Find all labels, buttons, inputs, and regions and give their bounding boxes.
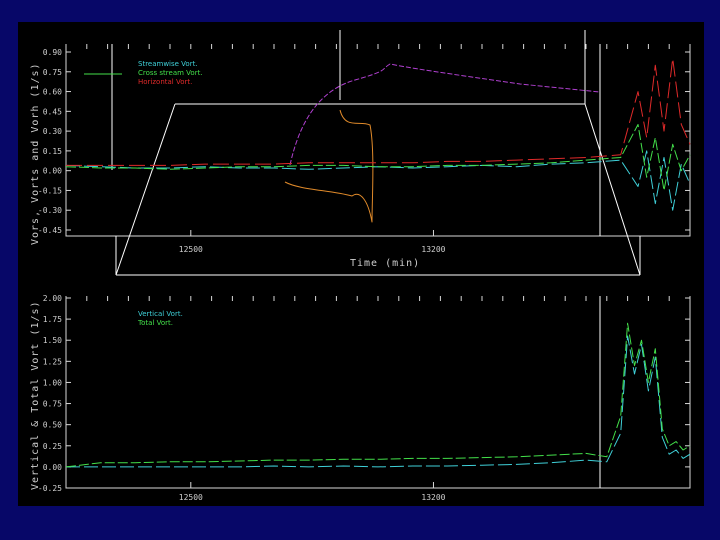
top-y-tick-label: 0.15 (43, 147, 62, 156)
plot-canvas: 0.90 0.75 0.60 0.45 0.30 0.15 0.00 -0.15 -0.30 -0… (18, 22, 704, 506)
top-x-tick-label: 12500 (179, 245, 203, 254)
bottom-x-tick-label: 13200 (421, 493, 445, 502)
legend-horizontal: Horizontal Vort. (138, 78, 192, 86)
bottom-y-tick-label: 0.50 (43, 421, 62, 430)
legend-vertical: Vertical Vort. (138, 310, 183, 318)
top-y-tick-label: -0.15 (38, 186, 62, 195)
top-x-tick-label: 13200 (421, 245, 445, 254)
bottom-y-tick-label: 1.25 (43, 357, 62, 366)
bottom-y-tick-label: 0.25 (43, 442, 62, 451)
legend-cross-stream: Cross stream Vort. (138, 69, 203, 77)
top-y-tick-label: 0.45 (43, 107, 62, 116)
top-y-tick-label: -0.45 (38, 226, 62, 235)
top-y-tick-label: 0.00 (43, 167, 62, 176)
bottom-y-tick-label: 1.75 (43, 315, 62, 324)
bottom-y-tick-label: 1.00 (43, 378, 62, 387)
top-y-axis-label: Vors, Vorts and Vorh (1/s) (30, 62, 41, 245)
bottom-y-tick-label: 1.50 (43, 336, 62, 345)
bottom-y-tick-label: 0.75 (43, 400, 62, 409)
top-y-tick-label: 0.90 (43, 48, 62, 57)
top-y-tick-label: 0.30 (43, 127, 62, 136)
bottom-x-tick-label: 12500 (179, 493, 203, 502)
top-x-axis-label: Time (min) (350, 258, 420, 269)
bottom-y-tick-label: -0.25 (38, 484, 62, 493)
legend-total: Total Vort. (137, 319, 173, 327)
legend-streamwise: Streamwise Vort. (138, 60, 198, 68)
top-y-tick-label: 0.75 (43, 68, 62, 77)
bottom-y-tick-label: 0.00 (43, 463, 62, 472)
top-y-tick-label: -0.30 (38, 206, 62, 215)
bottom-y-axis-label: Vertical & Total Vort (1/s) (30, 300, 41, 490)
bottom-y-tick-label: 2.00 (43, 294, 62, 303)
top-y-tick-label: 0.60 (43, 88, 62, 97)
